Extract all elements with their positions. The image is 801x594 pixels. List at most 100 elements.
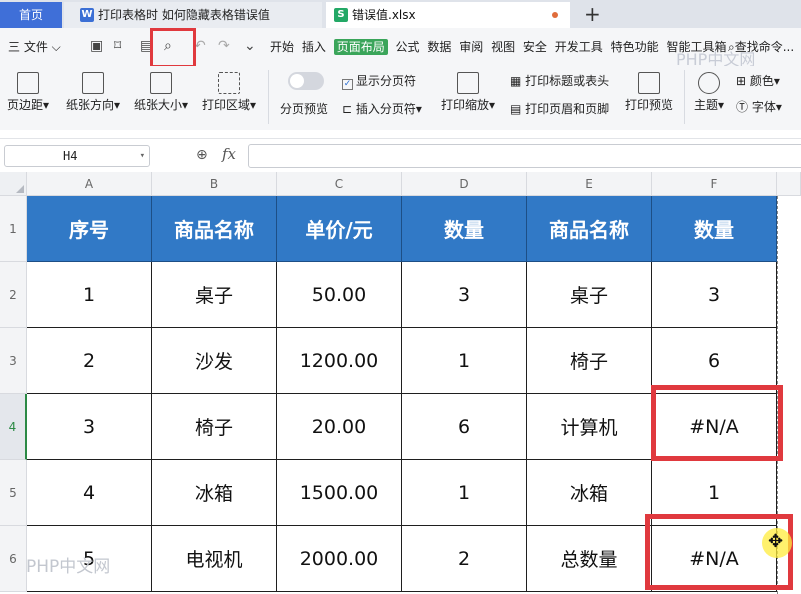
row-header-3[interactable]: 3 xyxy=(0,328,27,394)
insert-page-break-button[interactable]: ⊏ 插入分页符▾ xyxy=(342,100,422,117)
margins-button[interactable]: 页边距▾ xyxy=(6,72,50,113)
menu-formulas[interactable]: 公式 xyxy=(396,40,420,54)
orientation-button[interactable]: 纸张方向▾ xyxy=(64,72,122,113)
table-cell[interactable]: 3 xyxy=(27,394,152,460)
paper-size-button[interactable]: 纸张大小▾ xyxy=(132,72,190,113)
table-cell[interactable]: 6 xyxy=(402,394,527,460)
table-cell[interactable]: 2 xyxy=(402,526,527,592)
table-cell[interactable]: 桌子 xyxy=(152,262,277,328)
save-icon[interactable]: ▣ xyxy=(90,38,103,54)
function-icon[interactable]: fx xyxy=(222,145,236,163)
row-header-5[interactable]: 5 xyxy=(0,460,27,526)
menu-review[interactable]: 审阅 xyxy=(459,40,483,54)
header-cell[interactable]: 单价/元 xyxy=(277,196,402,262)
command-search-label: 查找命令... xyxy=(734,40,795,54)
print-scale-label: 打印缩放▾ xyxy=(440,98,496,112)
print-titles-icon: ▦ xyxy=(510,74,526,88)
header-footer-button[interactable]: ▤ 打印页眉和页脚 xyxy=(510,100,609,117)
print-scale-button[interactable]: 打印缩放▾ xyxy=(438,72,498,113)
column-header-b[interactable]: B xyxy=(152,172,277,196)
table-cell[interactable]: 椅子 xyxy=(152,394,277,460)
header-footer-label: 打印页眉和页脚 xyxy=(525,102,610,116)
header-cell[interactable]: 数量 xyxy=(402,196,527,262)
table-cell[interactable]: 3 xyxy=(652,262,777,328)
table-cell[interactable]: 1500.00 xyxy=(277,460,402,526)
table-cell[interactable]: 2000.00 xyxy=(277,526,402,592)
row-header-6[interactable]: 6 xyxy=(0,526,27,592)
ribbon-divider xyxy=(268,70,269,124)
menu-developer[interactable]: 开发工具 xyxy=(555,40,603,54)
header-cell[interactable]: 序号 xyxy=(27,196,152,262)
menu-features[interactable]: 特色功能 xyxy=(611,40,659,54)
table-cell[interactable]: 电视机 xyxy=(152,526,277,592)
table-cell[interactable]: 计算机 xyxy=(527,394,652,460)
spreadsheet-doc-icon: S xyxy=(334,8,348,22)
table-cell[interactable]: 1 xyxy=(402,328,527,394)
table-cell[interactable]: 椅子 xyxy=(527,328,652,394)
table-cell[interactable]: 4 xyxy=(27,460,152,526)
menu-items: 开始 插入 页面布局 公式 数据 审阅 视图 安全 开发工具 特色功能 智能工具… xyxy=(270,38,730,55)
column-header-a[interactable]: A xyxy=(27,172,152,196)
more-icon[interactable]: ⌄ xyxy=(244,38,256,54)
menu-data[interactable]: 数据 xyxy=(427,40,451,54)
table-cell[interactable]: 桌子 xyxy=(527,262,652,328)
header-cell[interactable]: 数量 xyxy=(652,196,777,262)
menu-home[interactable]: 开始 xyxy=(270,40,294,54)
tab-doc-print-tips[interactable]: W 打印表格时 如何隐藏表格错误值 xyxy=(64,2,322,28)
chevron-down-icon[interactable]: ▾ xyxy=(140,146,145,166)
file-menu[interactable]: 三 文件 ⌵ xyxy=(8,38,61,55)
name-box[interactable]: H4 ▾ xyxy=(4,145,150,167)
row-header-2[interactable]: 2 xyxy=(0,262,27,328)
table-cell[interactable]: 冰箱 xyxy=(152,460,277,526)
move-cursor-icon: ✥ xyxy=(768,531,784,552)
watermark-bottom: PHP中文网 xyxy=(26,557,111,577)
table-cell[interactable]: 1 xyxy=(402,460,527,526)
tab-home[interactable]: 首页 xyxy=(0,2,62,28)
margins-icon xyxy=(17,72,39,94)
colors-button[interactable]: ⊞ 颜色▾ xyxy=(736,72,780,89)
table-cell[interactable]: 冰箱 xyxy=(527,460,652,526)
page-break-preview-label: 分页预览 xyxy=(280,102,329,116)
header-footer-icon: ▤ xyxy=(510,102,526,116)
table-cell[interactable]: 1 xyxy=(27,262,152,328)
column-header-e[interactable]: E xyxy=(527,172,652,196)
row-header-4[interactable]: 4 xyxy=(0,394,27,460)
header-cell[interactable]: 商品名称 xyxy=(152,196,277,262)
menu-security[interactable]: 安全 xyxy=(523,40,547,54)
print-preview-button[interactable]: 打印预览 xyxy=(622,72,676,113)
command-search[interactable]: ⌕查找命令... xyxy=(728,38,794,55)
print-scale-icon xyxy=(457,72,479,94)
fonts-button[interactable]: Ⓣ 字体▾ xyxy=(736,98,782,115)
fonts-icon: Ⓣ xyxy=(736,100,752,114)
tab-doc-error-values[interactable]: S 错误值.xlsx xyxy=(326,2,570,28)
print-titles-button[interactable]: ▦ 打印标题或表头 xyxy=(510,72,609,89)
page-break-preview-toggle[interactable] xyxy=(288,72,324,90)
insert-break-icon: ⊏ xyxy=(342,102,356,116)
theme-button[interactable]: 主题▾ xyxy=(690,72,728,113)
table-cell[interactable]: 1200.00 xyxy=(277,328,402,394)
table-cell[interactable]: 总数量 xyxy=(527,526,652,592)
table-cell[interactable]: 50.00 xyxy=(277,262,402,328)
new-tab-button[interactable]: + xyxy=(584,0,601,28)
column-header-d[interactable]: D xyxy=(402,172,527,196)
column-header-c[interactable]: C xyxy=(277,172,402,196)
table-cell[interactable]: 沙发 xyxy=(152,328,277,394)
column-header-f[interactable]: F xyxy=(652,172,777,196)
column-header-g[interactable] xyxy=(777,172,801,196)
table-cell[interactable]: 2 xyxy=(27,328,152,394)
show-page-breaks-checkbox[interactable]: ✓ 显示分页符 xyxy=(342,72,416,90)
menu-view[interactable]: 视图 xyxy=(491,40,515,54)
redo-icon[interactable]: ↷ xyxy=(218,38,230,54)
menu-page-layout[interactable]: 页面布局 xyxy=(333,39,388,55)
row-header-1[interactable]: 1 xyxy=(0,196,27,262)
header-cell[interactable]: 商品名称 xyxy=(527,196,652,262)
formula-input[interactable] xyxy=(248,144,801,168)
select-all-corner[interactable] xyxy=(0,172,27,196)
format-painter-icon[interactable]: ⌑ xyxy=(114,38,121,54)
search-icon: ⌕ xyxy=(728,40,735,54)
table-cell[interactable]: 20.00 xyxy=(277,394,402,460)
zoom-formula-icon[interactable]: ⊕ xyxy=(196,147,208,163)
print-area-button[interactable]: 打印区域▾ xyxy=(200,72,258,113)
menu-insert[interactable]: 插入 xyxy=(302,40,326,54)
table-cell[interactable]: 3 xyxy=(402,262,527,328)
